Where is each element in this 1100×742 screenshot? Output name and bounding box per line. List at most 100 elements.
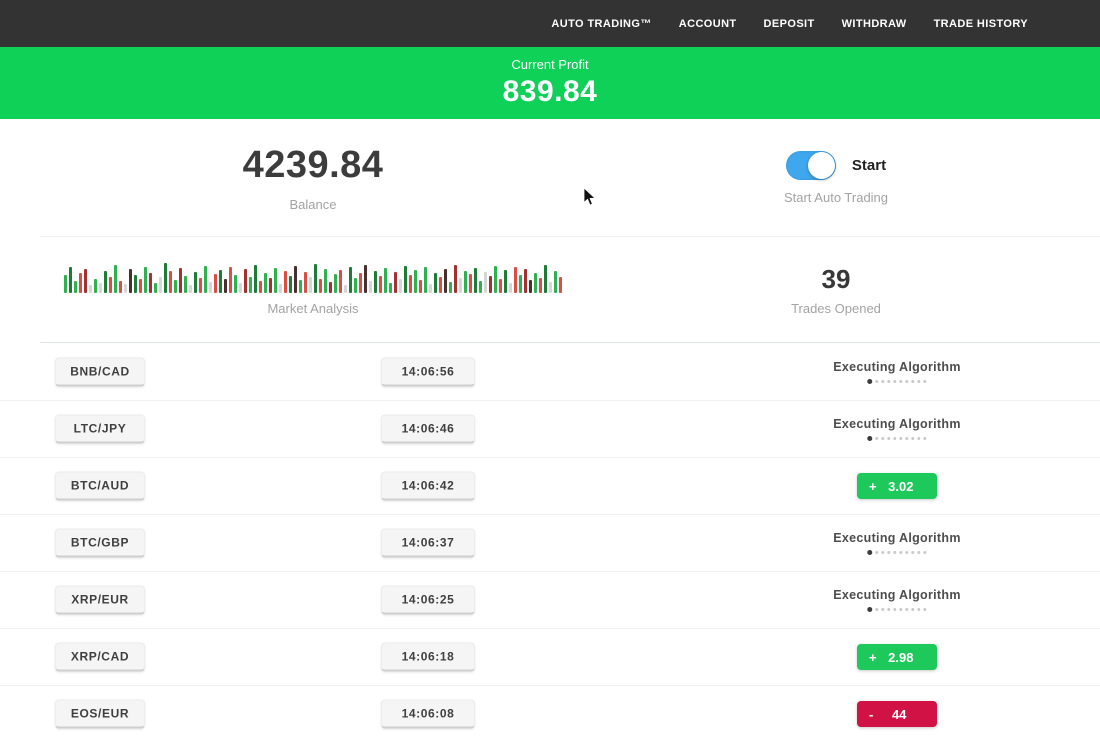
nav-item-account[interactable]: ACCOUNT xyxy=(679,18,737,30)
auto-trading-caption: Start Auto Trading xyxy=(784,190,888,205)
market-bar xyxy=(419,280,422,293)
market-bar xyxy=(124,284,127,293)
market-bar xyxy=(194,272,197,293)
profit-value: 839.84 xyxy=(503,75,598,109)
time-chip[interactable]: 14:06:46 xyxy=(381,415,475,444)
market-bar xyxy=(199,278,202,293)
trades-opened-block: 39 Trades Opened xyxy=(626,237,1046,342)
market-bar xyxy=(364,265,367,293)
progress-dot xyxy=(912,551,915,554)
market-bar xyxy=(479,281,482,293)
market-bar xyxy=(234,275,237,293)
pair-chip[interactable]: LTC/JPY xyxy=(55,415,145,444)
progress-dot xyxy=(868,550,873,555)
market-bar xyxy=(309,277,312,293)
trade-row: LTC/JPY 14:06:46 Executing Algorithm xyxy=(0,400,1100,457)
time-chip[interactable]: 14:06:37 xyxy=(381,529,475,558)
progress-dot xyxy=(888,608,891,611)
pair-chip[interactable]: EOS/EUR xyxy=(55,700,145,729)
pair-chip[interactable]: XRP/CAD xyxy=(55,643,145,672)
result-badge: + 3.02 xyxy=(857,473,937,499)
time-chip[interactable]: 14:06:08 xyxy=(381,700,475,729)
progress-dot xyxy=(924,608,927,611)
executing-label: Executing Algorithm xyxy=(833,588,960,602)
market-bar xyxy=(424,267,427,293)
market-analysis-label: Market Analysis xyxy=(267,301,358,316)
market-bar xyxy=(529,280,532,293)
market-bar xyxy=(244,269,247,293)
market-bar xyxy=(514,267,517,293)
market-bar xyxy=(289,276,292,293)
executing-label: Executing Algorithm xyxy=(833,531,960,545)
market-bar xyxy=(229,267,232,293)
pair-chip[interactable]: BNB/CAD xyxy=(55,357,145,386)
market-bar xyxy=(214,274,217,293)
market-bar xyxy=(224,279,227,293)
time-label: 14:06:37 xyxy=(402,536,455,550)
progress-dot xyxy=(876,437,879,440)
result-sign: - xyxy=(869,707,873,722)
progress-dot xyxy=(888,551,891,554)
time-chip[interactable]: 14:06:42 xyxy=(381,472,475,501)
pair-chip[interactable]: BTC/AUD xyxy=(55,472,145,501)
trades-opened-label: Trades Opened xyxy=(791,301,881,316)
market-bar xyxy=(534,273,537,293)
market-bar xyxy=(339,270,342,293)
market-bar xyxy=(394,272,397,293)
pair-chip[interactable]: XRP/EUR xyxy=(55,586,145,615)
market-bar xyxy=(79,273,82,293)
market-bar xyxy=(119,281,122,293)
trade-row: BTC/GBP 14:06:37 Executing Algorithm xyxy=(0,514,1100,571)
market-bar xyxy=(154,283,157,293)
pair-chip[interactable]: BTC/GBP xyxy=(55,529,145,558)
progress-dot xyxy=(906,380,909,383)
result-amount: 2.98 xyxy=(888,650,913,665)
market-bar xyxy=(489,276,492,293)
market-bar xyxy=(264,273,267,293)
trade-row: EOS/EUR 14:06:08 - 44 xyxy=(0,685,1100,742)
progress-dot xyxy=(906,437,909,440)
pair-label: BNB/CAD xyxy=(70,364,130,378)
stats-row-balance: 4239.84 Balance Start Start Auto Trading xyxy=(0,119,1100,236)
progress-dot xyxy=(906,551,909,554)
nav-item-auto-trading[interactable]: AUTO TRADING™ xyxy=(551,18,651,30)
market-bar xyxy=(109,277,112,293)
trade-row: XRP/CAD 14:06:18 + 2.98 xyxy=(0,628,1100,685)
market-bar xyxy=(139,279,142,293)
market-bar xyxy=(104,271,107,293)
market-bar xyxy=(459,278,462,293)
market-analysis-block: Market Analysis xyxy=(0,237,626,342)
market-bar xyxy=(539,278,542,293)
top-nav: AUTO TRADING™ ACCOUNT DEPOSIT WITHDRAW T… xyxy=(0,0,1100,47)
time-label: 14:06:56 xyxy=(402,364,455,378)
nav-item-deposit[interactable]: DEPOSIT xyxy=(764,18,815,30)
time-chip[interactable]: 14:06:56 xyxy=(381,357,475,386)
progress-dot xyxy=(876,380,879,383)
balance-block: 4239.84 Balance xyxy=(0,119,626,236)
market-bar xyxy=(354,278,357,293)
trade-status: + 2.98 xyxy=(857,644,937,670)
pair-label: XRP/CAD xyxy=(71,650,129,664)
market-bar xyxy=(379,276,382,293)
progress-dot xyxy=(894,608,897,611)
market-bar xyxy=(74,281,77,293)
nav-item-withdraw[interactable]: WITHDRAW xyxy=(842,18,907,30)
executing-status: Executing Algorithm xyxy=(833,417,960,441)
market-bar xyxy=(434,273,437,293)
market-bar xyxy=(279,284,282,293)
result-sign: + xyxy=(869,650,877,665)
progress-dot xyxy=(868,379,873,384)
auto-trading-toggle[interactable] xyxy=(786,151,836,180)
market-bar xyxy=(89,285,92,293)
time-chip[interactable]: 14:06:18 xyxy=(381,643,475,672)
market-bar xyxy=(484,272,487,293)
nav-item-trade-history[interactable]: TRADE HISTORY xyxy=(934,18,1028,30)
market-bar xyxy=(544,265,547,293)
market-bar xyxy=(179,268,182,293)
progress-dot xyxy=(876,551,879,554)
pair-label: LTC/JPY xyxy=(74,422,127,436)
toggle-knob[interactable] xyxy=(808,152,835,179)
market-bar xyxy=(374,271,377,293)
time-chip[interactable]: 14:06:25 xyxy=(381,586,475,615)
progress-dot xyxy=(888,437,891,440)
